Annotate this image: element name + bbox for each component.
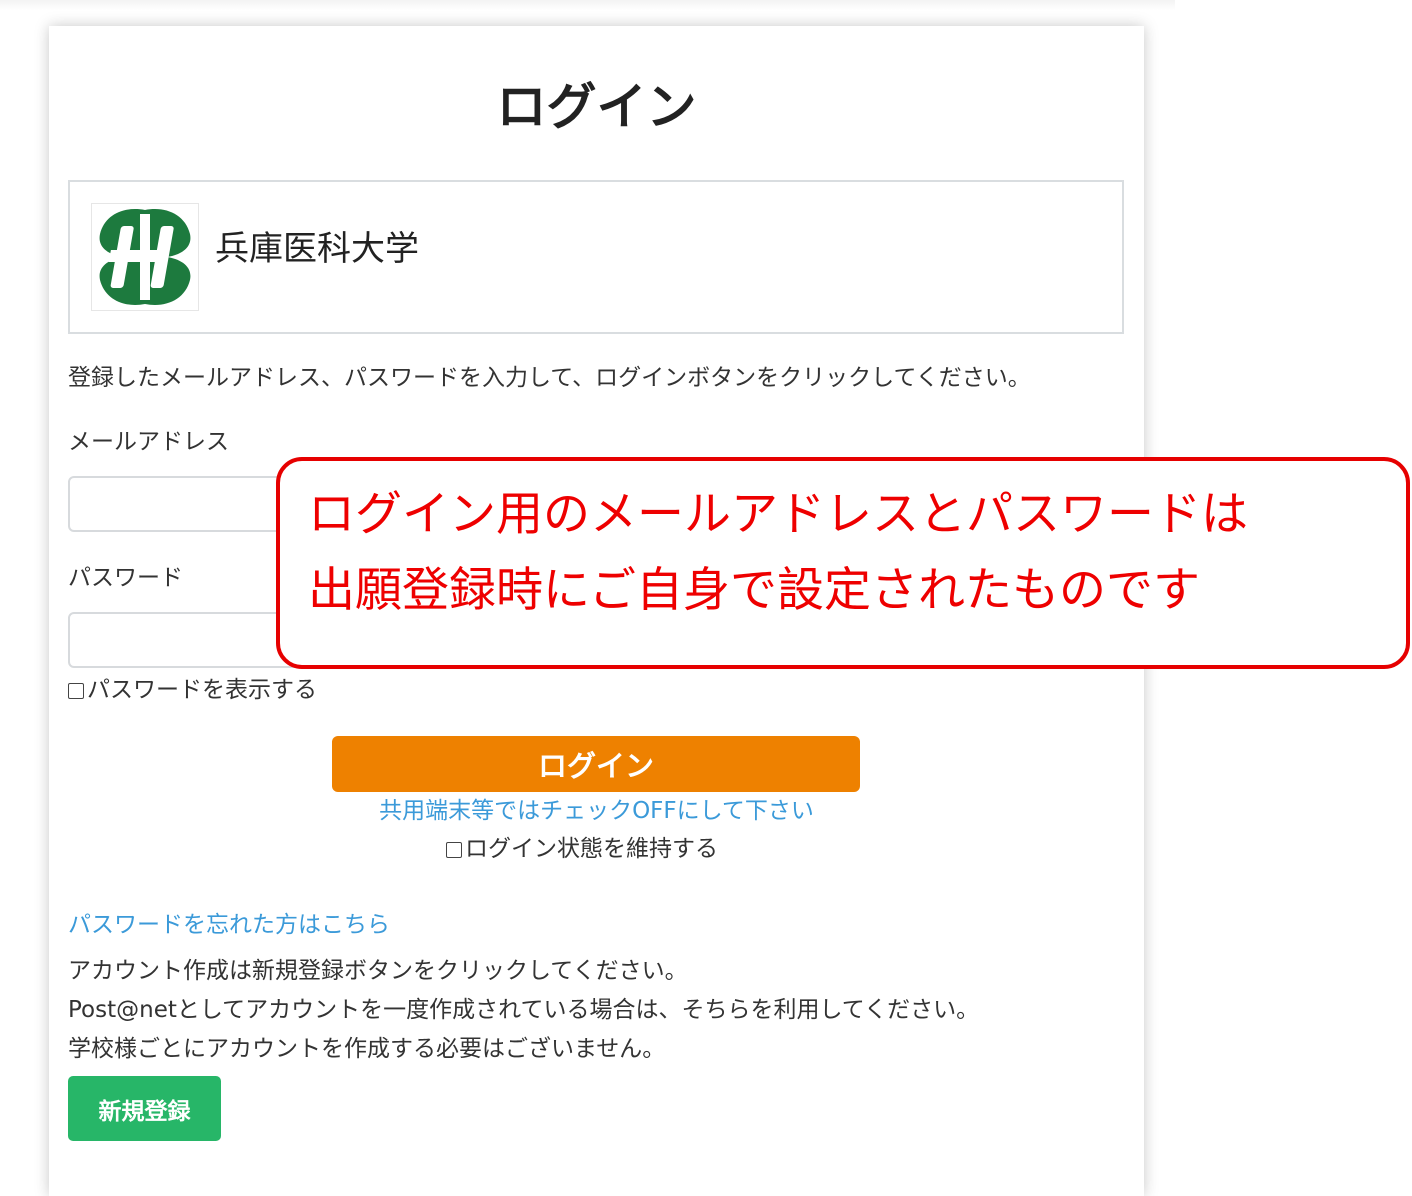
school-logo-icon — [91, 203, 199, 311]
forgot-password-link[interactable]: パスワードを忘れた方はこちら — [68, 914, 390, 937]
login-button[interactable]: ログイン — [332, 736, 860, 792]
shared-device-hint: 共用端末等ではチェックOFFにして下さい — [379, 798, 814, 824]
info-line-3: 学校様ごとにアカウントを作成する必要はございません。 — [68, 1036, 666, 1062]
annotation-callout: ログイン用のメールアドレスとパスワードは 出願登録時にご自身で設定されたものです — [276, 457, 1410, 669]
register-button[interactable]: 新規登録 — [68, 1076, 221, 1141]
page-title: ログイン — [496, 78, 697, 136]
info-line-1: アカウント作成は新規登録ボタンをクリックしてください。 — [68, 958, 688, 984]
keep-login-label: ログイン状態を維持する — [465, 836, 718, 862]
show-password-row[interactable]: パスワードを表示する — [68, 679, 317, 702]
school-info-box: 兵庫医科大学 — [68, 180, 1124, 334]
callout-line-2: 出願登録時にご自身で設定されたものです — [308, 563, 1201, 618]
login-instruction: 登録したメールアドレス、パスワードを入力して、ログインボタンをクリックしてくださ… — [68, 365, 1031, 391]
show-password-label: パスワードを表示する — [87, 677, 317, 703]
callout-line-1: ログイン用のメールアドレスとパスワードは — [308, 487, 1248, 542]
email-label: メールアドレス — [68, 429, 229, 455]
keep-login-checkbox[interactable] — [446, 841, 462, 858]
keep-login-row[interactable]: ログイン状態を維持する — [446, 838, 718, 861]
password-label: パスワード — [68, 565, 183, 591]
info-line-2: Post@netとしてアカウントを一度作成されている場合は、そちらを利用してくだ… — [68, 997, 980, 1023]
show-password-checkbox[interactable] — [68, 682, 84, 699]
top-strip — [0, 0, 1175, 10]
school-name: 兵庫医科大学 — [215, 229, 419, 269]
